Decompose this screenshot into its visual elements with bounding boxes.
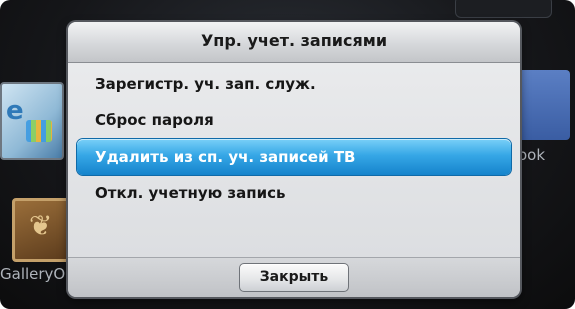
account-management-dialog: Упр. учет. записями Зарегистр. уч. зап. … xyxy=(68,22,520,297)
menu-item-remove-from-tv-accounts[interactable]: Удалить из сп. уч. записей ТВ xyxy=(77,139,511,175)
menu-item-register-service-account[interactable]: Зарегистр. уч. зап. служ. xyxy=(77,66,511,102)
picture-frame-icon: ❦ xyxy=(29,209,53,242)
top-right-status-box xyxy=(455,0,552,18)
background-app-label-gallery: GalleryO xyxy=(0,265,66,283)
tv-screen: e ❦ GalleryO ook Упр. учет. записями Зар… xyxy=(0,0,575,309)
background-app-tile-gallery: ❦ xyxy=(12,198,76,262)
background-app-tile-right xyxy=(518,70,570,140)
close-button[interactable]: Закрыть xyxy=(239,263,349,292)
app-e-icon: e xyxy=(6,96,24,126)
background-app-label-right: ook xyxy=(518,146,546,164)
background-app-tile-left-top: e xyxy=(0,82,64,160)
dialog-footer: Закрыть xyxy=(68,257,520,297)
dialog-title: Упр. учет. записями xyxy=(200,31,388,50)
dialog-header: Упр. учет. записями xyxy=(68,22,520,63)
app-tile-graphic xyxy=(26,120,52,142)
menu-item-reset-password[interactable]: Сброс пароля xyxy=(77,102,511,138)
dialog-menu: Зарегистр. уч. зап. служ. Сброс пароля У… xyxy=(68,63,520,257)
menu-item-deactivate-account[interactable]: Откл. учетную запись xyxy=(77,175,511,211)
